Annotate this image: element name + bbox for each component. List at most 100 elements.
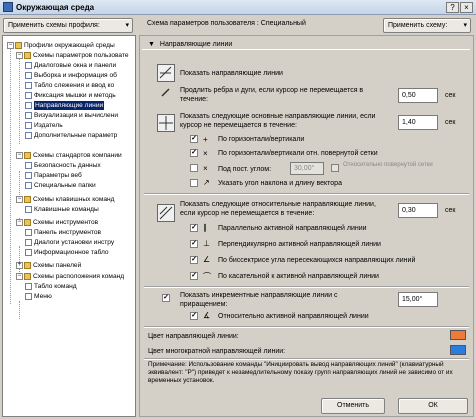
tangent-label: По касательной к активной направляющей л… (218, 273, 379, 280)
doc-icon (25, 82, 32, 89)
collapse-icon[interactable]: − (16, 52, 23, 59)
tree-item[interactable]: Параметры веб (34, 171, 82, 180)
tree-item[interactable]: Дополнительные параметр (34, 131, 117, 140)
doc-icon (25, 182, 32, 189)
divider (144, 326, 469, 328)
tree-item[interactable]: Схемы инструментов (33, 218, 98, 227)
help-button[interactable]: ? (446, 2, 459, 13)
doc-icon (25, 72, 32, 79)
collapse-triangle-icon[interactable]: ▼ (148, 41, 155, 48)
tree-item[interactable]: Безопасность данных (34, 161, 101, 170)
angle-field[interactable]: 30,00° (290, 162, 324, 175)
note-text: Примечание: Использование команды "Иници… (148, 361, 453, 384)
tree-item[interactable]: Схемы панелей (33, 261, 81, 270)
tree-item[interactable]: Табло слежения и ввод ко (34, 81, 114, 90)
rel-active-checkbox[interactable]: ✓ (190, 312, 198, 320)
collapse-icon[interactable]: − (7, 42, 14, 49)
collapse-icon[interactable]: − (16, 152, 23, 159)
parallel-checkbox[interactable]: ✓ (190, 224, 198, 232)
unit-label: сек (445, 92, 456, 99)
show-main-label: Показать следующие основные направляющие… (180, 113, 376, 129)
tree-item[interactable]: Выборка и информация об (34, 71, 117, 80)
folder-icon (24, 52, 31, 59)
section-header[interactable]: ▼ Направляющие линии (142, 39, 470, 50)
ok-button[interactable]: ОК (398, 398, 468, 414)
tree-item[interactable]: Информационное табло (34, 248, 109, 257)
arrow-icon: ↗ (203, 178, 210, 187)
tangent-icon: ⌒ (203, 272, 211, 281)
horiz-vert-checkbox[interactable]: ✓ (190, 135, 198, 143)
multi-color-label: Цвет многократной направляющей линии: (148, 348, 286, 355)
perp-label: Перпендикулярно активной направляющей ли… (218, 241, 381, 248)
relative-guides-icon (157, 204, 175, 222)
tree-item[interactable]: Табло команд (34, 282, 77, 291)
close-button[interactable]: × (460, 2, 473, 13)
tree-item-selected[interactable]: Направляющие линии (34, 101, 105, 110)
folder-icon (15, 42, 22, 49)
angle-checkbox[interactable] (190, 164, 198, 172)
scheme-label: Схема параметров пользователя : Специаль… (147, 20, 306, 27)
tree-item[interactable]: Профили окружающей среды (24, 41, 115, 50)
folder-icon (24, 196, 31, 203)
multi-color-swatch[interactable] (450, 345, 466, 355)
incr-value-field[interactable]: 15,00° (398, 292, 438, 307)
extend-edges-label: Продлить ребра и дуги, если курсор не пе… (180, 87, 364, 103)
tree-item[interactable]: Диалоги установки инстру (34, 238, 114, 247)
tree-item[interactable]: Фиксация мышки и методь (34, 91, 116, 100)
horiz-vert-label: По горизонтали/вертикали (218, 136, 305, 143)
doc-icon (25, 122, 32, 129)
folder-icon (24, 262, 31, 269)
collapse-icon[interactable]: − (16, 219, 23, 226)
tree-item[interactable]: Издатель (34, 121, 63, 130)
rel-rotated-checkbox[interactable] (331, 164, 339, 172)
unit-label: сек (445, 207, 456, 214)
divider (144, 358, 469, 360)
tree-item[interactable]: Диалоговые окна и панели (34, 61, 116, 70)
extend-delay-field[interactable]: 0,50 (398, 88, 438, 103)
guide-color-swatch[interactable] (450, 330, 466, 340)
tree-item[interactable]: Визуализация и вычислени (34, 111, 118, 120)
collapse-icon[interactable]: − (16, 273, 23, 280)
cancel-button[interactable]: Отменить (321, 398, 385, 414)
tangent-checkbox[interactable]: ✓ (190, 272, 198, 280)
rel-delay-field[interactable]: 0,30 (398, 203, 438, 218)
slope-label: Указать угол наклона и длину вектора (218, 180, 342, 187)
apply-profile-button[interactable]: Применить схемы профиля: ▾ (3, 18, 133, 33)
perpendicular-icon: ⊥ (203, 239, 210, 248)
slope-checkbox[interactable] (190, 179, 198, 187)
main-guides-icon (157, 114, 175, 132)
horiz-vert-rot-checkbox[interactable]: ✓ (190, 149, 198, 157)
scheme-header: Схема параметров пользователя : Специаль… (139, 16, 474, 33)
main-delay-field[interactable]: 1,40 (398, 115, 438, 130)
plus-icon: + (203, 135, 208, 144)
window-title: Окружающая среда (16, 2, 95, 12)
guide-lines-icon (157, 64, 175, 82)
settings-panel: ▼ Направляющие линии Показать направляющ… (139, 35, 474, 417)
tree-item[interactable]: Клавишные команды (34, 205, 99, 214)
tree-item[interactable]: Специальные папки (34, 181, 96, 190)
tree-item[interactable]: Схемы стандартов компании (33, 151, 122, 160)
parallel-label: Параллельно активной направляющей линии (218, 225, 367, 232)
settings-tree[interactable]: − Профили окружающей среды − Схемы парам… (2, 35, 136, 417)
expand-icon[interactable]: + (16, 262, 23, 269)
doc-icon (25, 239, 32, 246)
tree-item[interactable]: Схемы расположения команд (33, 272, 124, 281)
apply-scheme-button[interactable]: Применить схему: ▾ (383, 18, 471, 33)
unit-label: сек (445, 119, 456, 126)
bisector-checkbox[interactable]: ✓ (190, 256, 198, 264)
doc-icon (25, 229, 32, 236)
tree-item[interactable]: Схемы клавишных команд (33, 195, 115, 204)
apply-scheme-label: Применить схему: (388, 22, 448, 29)
incr-checkbox[interactable]: ✓ (162, 294, 170, 302)
rel-rotated-label: Относительно повернутой сетки (343, 162, 433, 168)
doc-icon (25, 283, 32, 290)
perp-checkbox[interactable]: ✓ (190, 240, 198, 248)
apply-profile-label: Применить схемы профиля: (8, 22, 100, 29)
tree-item[interactable]: Панель инструментов (34, 228, 101, 237)
tree-item[interactable]: Меню (34, 292, 52, 301)
tree-item[interactable]: Схемы параметров пользовате (33, 51, 129, 60)
angle-label: Под пост. углом: (218, 166, 272, 173)
collapse-icon[interactable]: − (16, 196, 23, 203)
section-title: Направляющие линии (159, 41, 233, 48)
doc-icon (25, 293, 32, 300)
